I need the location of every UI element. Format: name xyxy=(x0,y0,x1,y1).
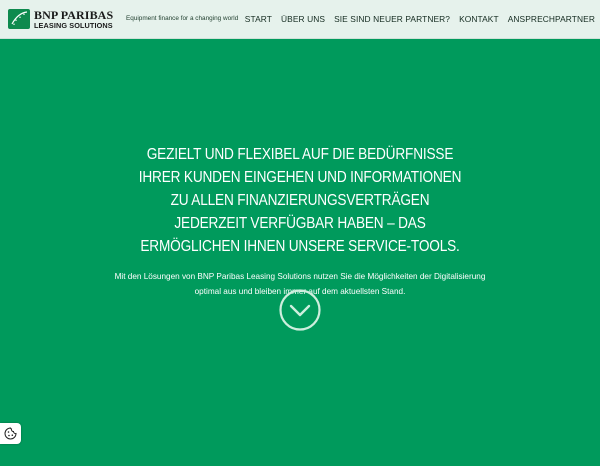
nav-item-ueber-uns[interactable]: ÜBER UNS xyxy=(281,14,325,24)
bnp-stars-logo-icon xyxy=(8,9,30,29)
header: BNP PARIBAS LEASING SOLUTIONS Equipment … xyxy=(0,0,600,39)
nav-item-ansprechpartner[interactable]: ANSPRECHPARTNER xyxy=(508,14,595,24)
nav-item-kontakt[interactable]: KONTAKT xyxy=(459,14,499,24)
hero-headline: GEZIELT UND FLEXIBEL AUF DIE BEDÜRFNISSE… xyxy=(138,146,462,255)
cookie-icon xyxy=(4,427,17,440)
nav-item-start[interactable]: START xyxy=(245,14,272,24)
main-nav: START ÜBER UNS SIE SIND NEUER PARTNER? K… xyxy=(245,14,595,24)
logo-name: BNP PARIBAS xyxy=(34,8,114,22)
tagline: Equipment finance for a changing world xyxy=(126,15,239,22)
hero: GEZIELT UND FLEXIBEL AUF DIE BEDÜRFNISSE… xyxy=(0,143,600,299)
cookie-settings-button[interactable] xyxy=(0,423,21,444)
logo-text: BNP PARIBAS LEASING SOLUTIONS xyxy=(34,9,113,29)
chevron-down-circle-icon xyxy=(279,289,321,331)
logo[interactable]: BNP PARIBAS LEASING SOLUTIONS xyxy=(8,9,113,29)
page: BNP PARIBAS LEASING SOLUTIONS Equipment … xyxy=(0,0,600,466)
scroll-down-button[interactable] xyxy=(279,289,321,331)
nav-item-neuer-partner[interactable]: SIE SIND NEUER PARTNER? xyxy=(334,14,450,24)
logo-subtitle: LEASING SOLUTIONS xyxy=(34,21,113,30)
